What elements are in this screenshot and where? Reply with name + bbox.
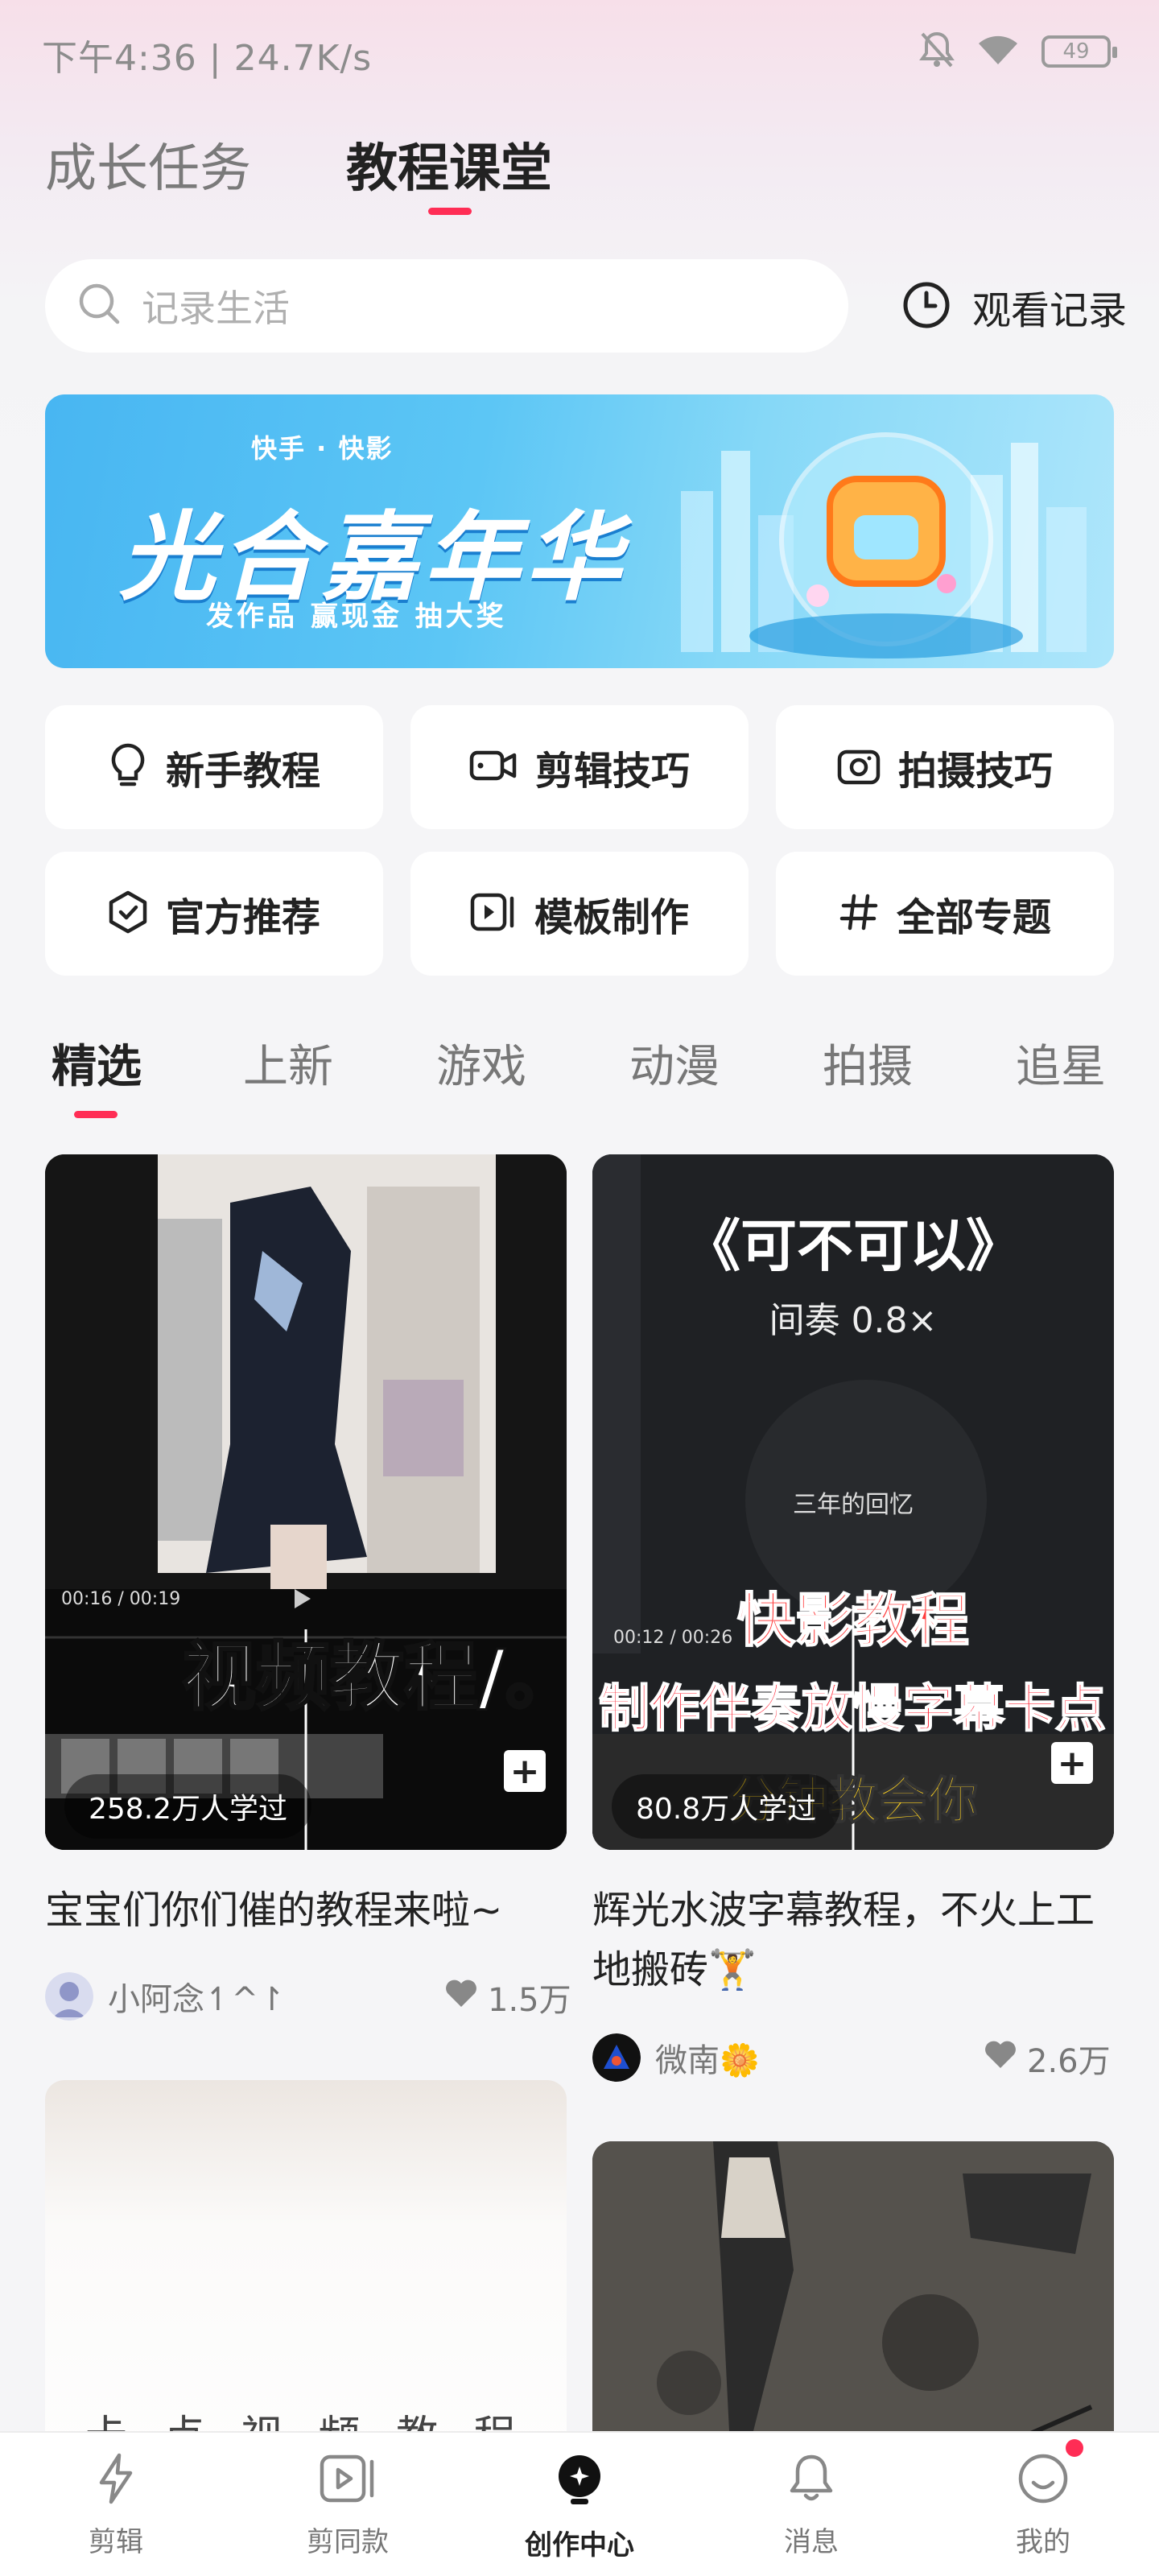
clock-icon	[901, 280, 951, 333]
like-count[interactable]: 1.5万	[444, 1974, 571, 2021]
category-official-picks[interactable]: 官方推荐	[45, 852, 383, 976]
nav-same-template[interactable]: 剪同款	[267, 2452, 428, 2559]
shield-check-icon	[108, 890, 148, 937]
thumbnail-tempo: 间奏 0.8×	[769, 1300, 938, 1341]
hashtag-icon	[839, 892, 879, 935]
nav-label: 剪辑	[89, 2526, 143, 2558]
category-shooting-tips[interactable]: 拍摄技巧	[776, 705, 1114, 829]
video-camera-icon	[469, 748, 518, 786]
thumbnail-overlay-text: 视频教程/。	[181, 1633, 567, 1722]
heart-icon	[984, 2039, 1017, 2078]
card-title[interactable]: 宝宝们你们催的教程来啦~	[45, 1880, 576, 1940]
content-tab-indicator	[74, 1111, 118, 1118]
thumbnail-song-title: 《可不可以》	[684, 1213, 1022, 1279]
bell-icon	[787, 2452, 835, 2508]
smiley-face-icon	[1017, 2452, 1070, 2508]
add-icon[interactable]: +	[504, 1750, 546, 1792]
nav-profile[interactable]: 我的	[963, 2452, 1124, 2559]
video-thumbnail[interactable]: 《可不可以》 间奏 0.8× 三年的回忆 00:12 / 00:26 快影教程 …	[592, 1154, 1114, 1850]
tab-featured[interactable]: 精选	[52, 1030, 142, 1096]
search-placeholder: 记录生活	[142, 287, 290, 330]
watch-history-label: 观看记录	[972, 288, 1128, 333]
battery-level: 49	[1062, 39, 1090, 64]
category-label: 全部专题	[896, 895, 1051, 940]
avatar	[592, 2033, 641, 2082]
video-timecode: 00:16 / 00:19	[61, 1589, 181, 1609]
tab-anime[interactable]: 动漫	[629, 1030, 720, 1096]
thumbnail-image	[45, 1154, 567, 1850]
author-name: 小阿念↿^↾	[108, 1981, 286, 2018]
thumbnail-brand: 快影教程	[736, 1586, 970, 1655]
status-icons: 49	[919, 31, 1117, 72]
category-all-topics[interactable]: 全部专题	[776, 852, 1114, 976]
like-count-value: 1.5万	[488, 1982, 571, 2019]
tab-shooting[interactable]: 拍摄	[823, 1030, 913, 1096]
card-title[interactable]: 辉光水波字幕教程，不火上工地搬砖🏋	[592, 1880, 1114, 2000]
category-beginner-tutorial[interactable]: 新手教程	[45, 705, 383, 829]
tab-active-indicator	[428, 208, 472, 215]
banner-subtitle: 发作品 赢现金 抽大奖	[206, 601, 507, 633]
camera-icon	[837, 745, 881, 789]
nav-label: 我的	[1016, 2526, 1070, 2558]
thumbnail-lyric: 三年的回忆	[793, 1491, 914, 1519]
search-input[interactable]: 记录生活	[45, 259, 848, 353]
category-label: 拍摄技巧	[897, 749, 1053, 794]
bottom-navigation: 剪辑 剪同款 创作中心 消息 我的	[0, 2431, 1159, 2576]
video-template-icon	[319, 2452, 377, 2508]
category-editing-tips[interactable]: 剪辑技巧	[410, 705, 749, 829]
watch-history-button[interactable]: 观看记录	[901, 270, 1127, 343]
heart-icon	[444, 1978, 478, 2017]
nav-messages[interactable]: 消息	[731, 2452, 892, 2559]
category-label: 官方推荐	[165, 895, 320, 940]
mute-bell-icon	[919, 31, 955, 72]
status-time: 下午4:36 | 24.7K/s	[42, 38, 373, 79]
battery-icon: 49	[1041, 35, 1117, 68]
banner-logo: 快手 · 快影	[251, 433, 394, 464]
tab-new[interactable]: 上新	[243, 1030, 333, 1096]
category-label: 模板制作	[534, 895, 689, 940]
tab-tutorial-class[interactable]: 教程课堂	[346, 127, 552, 201]
lightbulb-icon	[108, 742, 148, 792]
tab-games[interactable]: 游戏	[436, 1030, 526, 1096]
thumbnail-headline: 制作伴奏放慢字幕卡点	[598, 1678, 1107, 1739]
tab-idols[interactable]: 追星	[1016, 1030, 1106, 1096]
video-template-icon	[470, 892, 517, 935]
author-name: 微南🌼	[655, 2042, 760, 2079]
nav-edit[interactable]: 剪辑	[35, 2452, 196, 2559]
like-count-value: 2.6万	[1027, 2043, 1111, 2080]
status-bar: 下午4:36 | 24.7K/s 49	[0, 0, 1159, 105]
card-author[interactable]: 小阿念↿^↾	[45, 1972, 286, 2021]
lightning-icon	[92, 2452, 140, 2508]
learners-count: 258.2万人学过	[64, 1774, 312, 1839]
tab-growth-tasks[interactable]: 成长任务	[45, 127, 251, 201]
nav-creation-center[interactable]: 创作中心	[499, 2452, 660, 2562]
notification-dot	[1066, 2439, 1083, 2457]
category-label: 新手教程	[165, 749, 320, 794]
nav-label: 创作中心	[525, 2529, 634, 2562]
learners-count: 80.8万人学过	[612, 1774, 841, 1839]
nav-label: 消息	[784, 2526, 839, 2558]
add-icon[interactable]: +	[1051, 1742, 1093, 1784]
nav-label: 剪同款	[307, 2526, 389, 2558]
like-count[interactable]: 2.6万	[984, 2035, 1111, 2082]
search-icon	[77, 282, 122, 330]
avatar	[45, 1972, 93, 2021]
lightbulb-star-icon	[553, 2452, 606, 2512]
category-label: 剪辑技巧	[534, 749, 690, 794]
wifi-icon	[975, 32, 1021, 71]
promo-banner[interactable]: 快手 · 快影 光合嘉年华 发作品 赢现金 抽大奖	[45, 394, 1114, 668]
video-thumbnail[interactable]: 00:16 / 00:19 视频教程/。 258.2万人学过 +	[45, 1154, 567, 1850]
category-template-making[interactable]: 模板制作	[410, 852, 749, 976]
card-author[interactable]: 微南🌼	[592, 2033, 760, 2082]
